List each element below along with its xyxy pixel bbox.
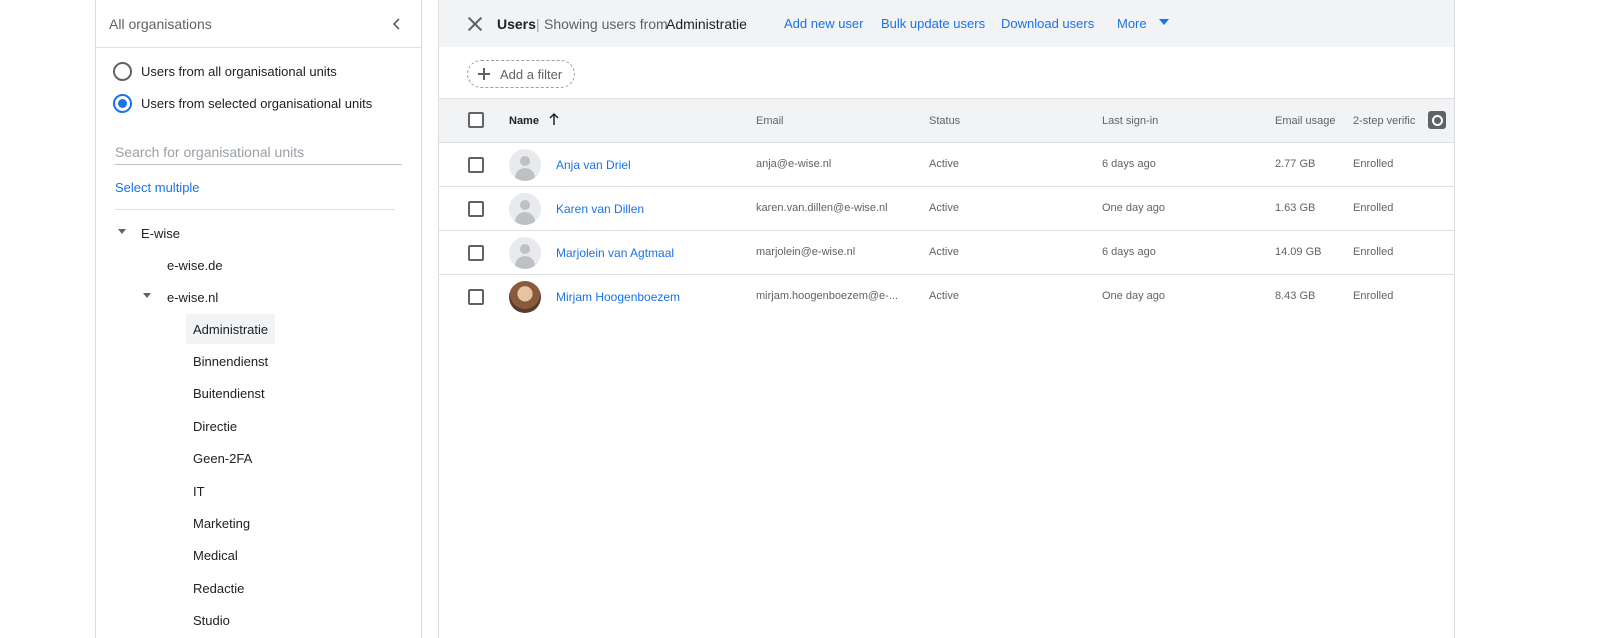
- column-header-email-usage[interactable]: Email usage: [1275, 115, 1336, 127]
- radio-all-units[interactable]: Users from all organisational units: [113, 62, 337, 81]
- org-panel-header: All organisations: [96, 0, 421, 48]
- tree-item-geen-2fa[interactable]: Geen-2FA: [193, 443, 252, 473]
- download-users-button[interactable]: Download users: [1001, 16, 1094, 31]
- user-name-link[interactable]: Karen van Dillen: [556, 202, 644, 216]
- gear-icon[interactable]: [1428, 111, 1446, 129]
- table-row[interactable]: Karen van Dillen karen.van.dillen@e-wise…: [439, 187, 1454, 231]
- tree-item-studio[interactable]: Studio: [193, 605, 230, 635]
- select-all-checkbox[interactable]: [468, 112, 484, 128]
- user-last-signin: One day ago: [1102, 290, 1165, 302]
- avatar: [509, 237, 541, 269]
- radio-button[interactable]: [113, 62, 132, 81]
- tree-item-e-wise[interactable]: E-wise: [141, 218, 180, 248]
- user-status: Active: [929, 246, 959, 258]
- caret-down-icon[interactable]: [1159, 19, 1169, 25]
- current-unit-label: Administratie: [666, 15, 747, 32]
- table-row[interactable]: Anja van Driel anja@e-wise.nl Active 6 d…: [439, 143, 1454, 187]
- user-email: mirjam.hoogenboezem@e-...: [756, 290, 899, 302]
- user-status: Active: [929, 290, 959, 302]
- user-email-usage: 1.63 GB: [1275, 202, 1316, 214]
- org-panel: All organisations Users from all organis…: [95, 0, 422, 638]
- user-two-step: Enrolled: [1353, 158, 1394, 170]
- radio-button-checked[interactable]: [113, 94, 132, 113]
- user-name-link[interactable]: Marjolein van Agtmaal: [556, 246, 674, 260]
- table-header: Name Email Status Last sign-in Email usa…: [439, 99, 1454, 143]
- tree-item-redactie[interactable]: Redactie: [193, 573, 244, 603]
- ou-search-input[interactable]: [115, 139, 402, 165]
- user-last-signin: One day ago: [1102, 202, 1165, 214]
- title-separator: |: [536, 15, 540, 32]
- user-two-step: Enrolled: [1353, 290, 1394, 302]
- column-header-last-signin[interactable]: Last sign-in: [1102, 115, 1158, 127]
- user-name-link[interactable]: Anja van Driel: [556, 158, 631, 172]
- table-row[interactable]: Mirjam Hoogenboezem mirjam.hoogenboezem@…: [439, 275, 1454, 319]
- expand-arrow-icon[interactable]: [143, 293, 151, 298]
- row-checkbox[interactable]: [468, 289, 484, 305]
- user-email: marjolein@e-wise.nl: [756, 246, 856, 258]
- tree-item-medical[interactable]: Medical: [193, 540, 238, 570]
- tree-item-administratie[interactable]: Administratie: [186, 314, 276, 344]
- column-header-two-step[interactable]: 2-step verific: [1353, 115, 1415, 127]
- select-multiple-link[interactable]: Select multiple: [115, 180, 200, 195]
- user-two-step: Enrolled: [1353, 202, 1394, 214]
- column-header-name[interactable]: Name: [509, 115, 539, 127]
- tree-item-binnendienst[interactable]: Binnendienst: [193, 346, 268, 376]
- collapse-panel-button[interactable]: [387, 14, 407, 34]
- user-two-step: Enrolled: [1353, 246, 1394, 258]
- user-email-usage: 2.77 GB: [1275, 158, 1316, 170]
- tree-item-it[interactable]: IT: [193, 476, 205, 506]
- plus-icon: [478, 68, 490, 80]
- expand-arrow-icon[interactable]: [118, 229, 126, 234]
- user-name-link[interactable]: Mirjam Hoogenboezem: [556, 290, 680, 304]
- user-last-signin: 6 days ago: [1102, 158, 1156, 170]
- user-status: Active: [929, 202, 959, 214]
- avatar-photo: [509, 281, 541, 313]
- tree-item-e-wise-de[interactable]: e-wise.de: [167, 250, 223, 280]
- column-header-email[interactable]: Email: [756, 115, 784, 127]
- radio-all-units-label: Users from all organisational units: [141, 64, 337, 79]
- avatar: [509, 149, 541, 181]
- users-panel: Users | Showing users from Administratie…: [438, 0, 1455, 638]
- sort-ascending-icon[interactable]: [549, 112, 559, 126]
- table-row[interactable]: Marjolein van Agtmaal marjolein@e-wise.n…: [439, 231, 1454, 275]
- tree-item-buitendienst[interactable]: Buitendienst: [193, 378, 265, 408]
- close-icon[interactable]: [466, 15, 484, 33]
- user-email-usage: 8.43 GB: [1275, 290, 1316, 302]
- filter-bar: Add a filter: [439, 47, 1454, 99]
- users-toolbar: Users | Showing users from Administratie…: [439, 0, 1454, 47]
- page-title: Users: [497, 15, 536, 32]
- bulk-update-users-button[interactable]: Bulk update users: [881, 16, 985, 31]
- add-filter-label: Add a filter: [500, 66, 563, 82]
- add-new-user-button[interactable]: Add new user: [784, 16, 864, 31]
- column-header-status[interactable]: Status: [929, 115, 960, 127]
- more-menu-button[interactable]: More: [1117, 16, 1147, 31]
- user-last-signin: 6 days ago: [1102, 246, 1156, 258]
- tree-item-marketing[interactable]: Marketing: [193, 508, 250, 538]
- radio-selected-units-label: Users from selected organisational units: [141, 96, 373, 111]
- avatar: [509, 193, 541, 225]
- radio-selected-units[interactable]: Users from selected organisational units: [113, 94, 372, 113]
- user-email-usage: 14.09 GB: [1275, 246, 1322, 258]
- row-checkbox[interactable]: [468, 201, 484, 217]
- user-email: anja@e-wise.nl: [756, 158, 832, 170]
- page-subtitle: Showing users from: [544, 15, 668, 32]
- user-status: Active: [929, 158, 959, 170]
- user-email: karen.van.dillen@e-wise.nl: [756, 202, 888, 214]
- tree-item-e-wise-nl[interactable]: e-wise.nl: [167, 282, 218, 312]
- row-checkbox[interactable]: [468, 157, 484, 173]
- chevron-left-icon: [392, 17, 400, 30]
- row-checkbox[interactable]: [468, 245, 484, 261]
- add-filter-button[interactable]: Add a filter: [467, 60, 576, 88]
- tree-item-directie[interactable]: Directie: [193, 411, 237, 441]
- divider: [115, 209, 395, 210]
- org-panel-title: All organisations: [109, 15, 212, 32]
